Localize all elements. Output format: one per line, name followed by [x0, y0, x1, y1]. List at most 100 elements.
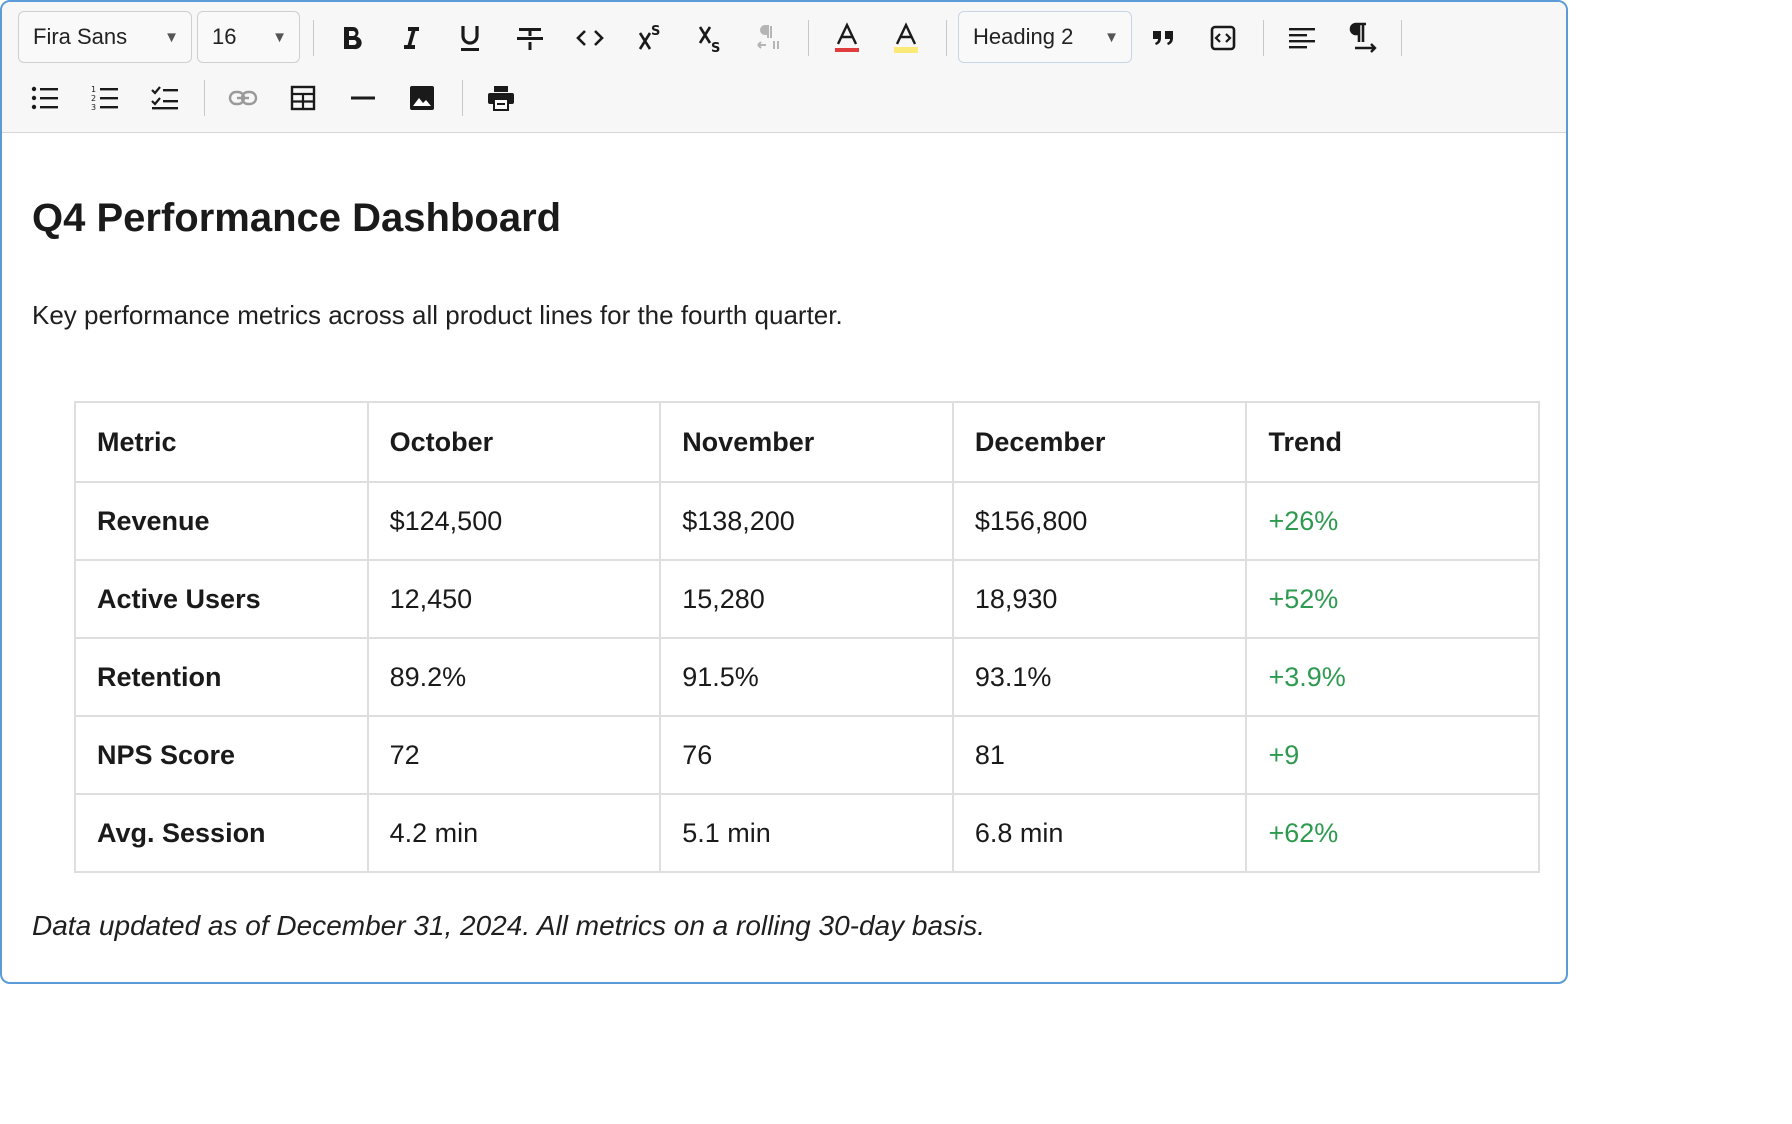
code-block-button[interactable]	[1195, 8, 1251, 68]
trend-cell: +52%	[1245, 559, 1540, 639]
chevron-down-icon: ▼	[1104, 28, 1119, 46]
table-icon	[290, 85, 316, 111]
table-button[interactable]	[275, 68, 331, 128]
code-icon	[576, 28, 604, 48]
underline-icon	[458, 24, 482, 52]
ordered-list-icon: 123	[91, 85, 119, 111]
toolbar-row-1: Fira Sans ▼ 16 ▼ S S Heading 2 ▼	[2, 8, 1566, 68]
strikethrough-icon	[516, 25, 544, 51]
align-left-button[interactable]	[1274, 8, 1330, 68]
blockquote-button[interactable]	[1135, 8, 1191, 68]
table-cell: 91.5%	[659, 637, 954, 717]
inline-code-button[interactable]	[562, 8, 618, 68]
table-header-cell: Metric	[74, 401, 369, 483]
table-cell: 18,930	[951, 559, 1248, 639]
trend-cell: +26%	[1245, 481, 1540, 561]
toolbar-divider	[462, 80, 463, 116]
print-button[interactable]	[473, 68, 529, 128]
font-family-value: Fira Sans	[33, 24, 128, 49]
clear-format-button[interactable]	[741, 8, 797, 68]
table-cell: $156,800	[951, 481, 1248, 561]
italic-button[interactable]	[383, 8, 439, 68]
trend-cell: +62%	[1245, 793, 1540, 873]
svg-text:S: S	[711, 41, 720, 53]
document-title: Q4 Performance Dashboard	[32, 196, 562, 240]
table-header-cell: Trend	[1245, 401, 1540, 483]
print-icon	[487, 85, 515, 111]
font-family-select[interactable]: Fira Sans ▼	[18, 11, 192, 63]
checklist-button[interactable]	[137, 68, 193, 128]
trend-cell: +9	[1245, 715, 1540, 795]
table-cell: $138,200	[659, 481, 954, 561]
table-row: Avg. Session 4.2 min 5.1 min 6.8 min +62…	[74, 793, 1540, 873]
checklist-icon	[151, 86, 179, 110]
table-cell: 15,280	[659, 559, 954, 639]
bold-button[interactable]	[324, 8, 380, 68]
text-direction-button[interactable]	[1334, 8, 1390, 68]
table-cell: 12,450	[366, 559, 662, 639]
toolbar-row-2: 123	[2, 68, 1566, 128]
svg-text:2: 2	[91, 94, 96, 103]
bullet-list-button[interactable]	[17, 68, 73, 128]
table-cell: 89.2%	[366, 637, 662, 717]
toolbar-divider	[1401, 20, 1402, 56]
chevron-down-icon: ▼	[164, 28, 179, 46]
bullet-list-icon	[31, 86, 59, 110]
superscript-icon: S	[637, 23, 663, 53]
font-size-value: 16	[212, 24, 237, 49]
metric-name-cell: NPS Score	[74, 715, 369, 795]
toolbar-divider	[313, 20, 314, 56]
superscript-button[interactable]: S	[622, 8, 678, 68]
image-button[interactable]	[394, 68, 450, 128]
text-color-icon	[833, 22, 861, 54]
editor-toolbar: Fira Sans ▼ 16 ▼ S S Heading 2 ▼ 1 2 3	[2, 2, 1566, 133]
table-cell: 72	[366, 715, 662, 795]
highlight-color-icon	[892, 22, 920, 54]
svg-text:1: 1	[91, 85, 96, 94]
block-format-value: Heading 2	[973, 24, 1074, 49]
table-row: Revenue $124,500 $138,200 $156,800 +26%	[74, 481, 1540, 561]
clear-format-icon	[756, 23, 782, 53]
metric-name-cell: Revenue	[74, 481, 369, 561]
link-button[interactable]	[215, 68, 271, 128]
table-cell: 5.1 min	[659, 793, 954, 873]
link-icon	[228, 90, 258, 106]
trend-cell: +3.9%	[1245, 637, 1540, 717]
chevron-down-icon: ▼	[272, 28, 287, 46]
horizontal-rule-button[interactable]	[335, 68, 391, 128]
table-row: Active Users 12,450 15,280 18,930 +52%	[74, 559, 1540, 639]
font-size-select[interactable]: 16 ▼	[197, 11, 300, 63]
bold-icon	[341, 25, 363, 51]
lead-paragraph: Key performance metrics across all produ…	[32, 300, 843, 330]
underline-button[interactable]	[442, 8, 498, 68]
table-cell: 76	[659, 715, 954, 795]
highlight-color-button[interactable]	[878, 8, 934, 68]
code-block-icon	[1210, 25, 1236, 51]
subscript-button[interactable]: S	[682, 8, 738, 68]
table-cell: 93.1%	[951, 637, 1248, 717]
svg-text:S: S	[651, 24, 660, 39]
strikethrough-button[interactable]	[502, 8, 558, 68]
toolbar-divider	[946, 20, 947, 56]
ordered-list-button[interactable]: 123	[77, 68, 133, 128]
rich-text-editor: Fira Sans ▼ 16 ▼ S S Heading 2 ▼ 1 2 3 Q…	[0, 0, 1568, 984]
table-header-cell: November	[659, 401, 954, 483]
table-header-row: Metric October November December Trend	[74, 401, 1540, 483]
metric-name-cell: Active Users	[74, 559, 369, 639]
table-cell: 6.8 min	[951, 793, 1248, 873]
table-header-cell: December	[951, 401, 1248, 483]
text-color-button[interactable]	[819, 8, 875, 68]
image-icon	[409, 85, 435, 111]
table-cell: 4.2 min	[366, 793, 662, 873]
block-format-select[interactable]: Heading 2 ▼	[958, 11, 1132, 63]
metrics-table: Metric October November December Trend R…	[74, 401, 1540, 873]
text-direction-icon	[1347, 22, 1377, 54]
toolbar-divider	[204, 80, 205, 116]
table-row: NPS Score 72 76 81 +9	[74, 715, 1540, 795]
footnote: Data updated as of December 31, 2024. Al…	[32, 910, 986, 941]
blockquote-icon	[1151, 28, 1175, 48]
table-row: Retention 89.2% 91.5% 93.1% +3.9%	[74, 637, 1540, 717]
table-cell: $124,500	[366, 481, 662, 561]
toolbar-divider	[1263, 20, 1264, 56]
metric-name-cell: Avg. Session	[74, 793, 369, 873]
